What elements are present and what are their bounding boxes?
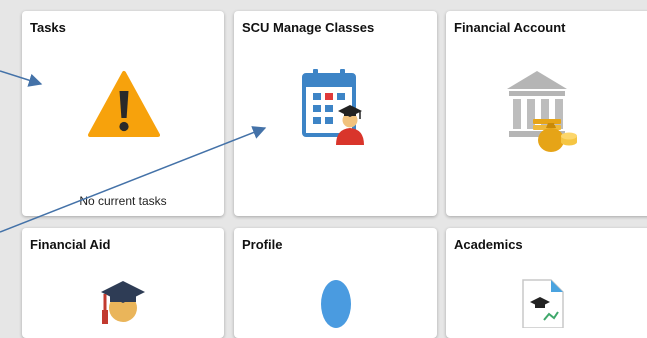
tile-financial-aid[interactable]: Financial Aid: [22, 228, 224, 338]
tile-title-academics: Academics: [454, 237, 523, 252]
tile-title-tasks: Tasks: [30, 20, 66, 35]
tile-financial-account[interactable]: Financial Account: [446, 11, 647, 216]
tile-title-financial-aid: Financial Aid: [30, 237, 111, 252]
bank-money-icon: [507, 71, 577, 152]
calendar-graduate-icon: [302, 69, 364, 145]
tile-tasks[interactable]: Tasks No current tasks: [22, 11, 224, 216]
tile-title-profile: Profile: [242, 237, 283, 252]
tile-academics[interactable]: Academics: [446, 228, 647, 338]
tasks-status-text: No current tasks: [79, 194, 167, 208]
person-icon: [321, 280, 351, 328]
graduate-icon: [101, 281, 145, 324]
warning-icon: [88, 71, 160, 137]
tile-title-financial-account: Financial Account: [454, 20, 566, 35]
tile-title-manage-classes: SCU Manage Classes: [242, 20, 375, 35]
tile-manage-classes[interactable]: SCU Manage Classes: [234, 11, 437, 216]
tile-profile[interactable]: Profile: [234, 228, 437, 338]
document-icon: [522, 279, 564, 328]
